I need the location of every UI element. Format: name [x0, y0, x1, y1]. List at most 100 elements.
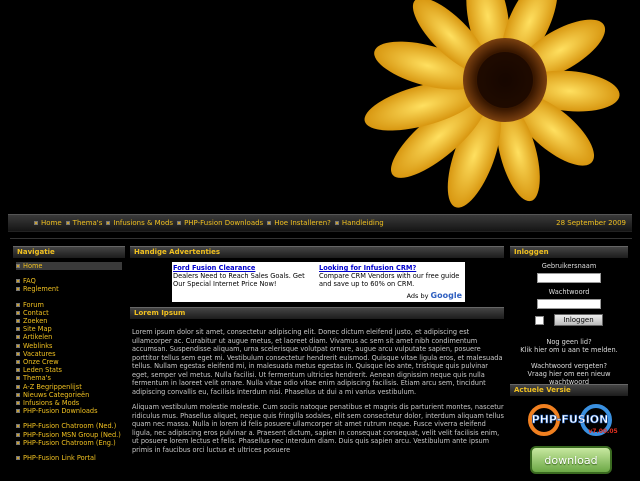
navbar-link-label: PHP-Fusion Downloads	[184, 219, 264, 227]
navbar-link[interactable]: Hoe Installeren?	[267, 219, 331, 227]
password-label: Wachtwoord	[548, 288, 590, 296]
sidebar-nav-label: Infusions & Mods	[23, 399, 80, 408]
sidebar-nav-label: A-Z Begrippenlijst	[23, 382, 82, 391]
sidebar-nav-label: PHP-Fusion Downloads	[23, 407, 98, 416]
bullet-icon	[16, 456, 20, 461]
navbar-link[interactable]: Infusions & Mods	[106, 219, 173, 227]
bullet-icon	[16, 310, 20, 315]
sidebar-nav-label: Contact	[23, 308, 49, 317]
bullet-icon	[267, 221, 272, 225]
sidebar-nav-item[interactable]: PHP-Fusion Link Portal	[16, 454, 122, 462]
sidebar-nav-label: Forum	[23, 300, 44, 309]
sidebar-nav-item[interactable]: Vacatures	[16, 350, 122, 358]
sidebar-nav-label: Vacatures	[23, 349, 56, 358]
logo-version: v7.00.05	[588, 428, 617, 435]
sidebar-nav-label: Site Map	[23, 325, 52, 334]
bullet-icon	[65, 221, 70, 225]
article-title: Lorem Ipsum	[130, 307, 504, 319]
logo-text: PHP-FUSION	[532, 413, 609, 426]
ad-title-link[interactable]: Ford Fusion Clearance	[173, 264, 315, 272]
navbar-link[interactable]: PHP-Fusion Downloads	[177, 219, 263, 227]
bullet-icon	[16, 343, 20, 348]
sidebar-nav-item[interactable]: A-Z Begrippenlijst	[16, 383, 122, 391]
login-panel: Inloggen Gebruikersnaam Wachtwoord Inlog…	[510, 246, 628, 386]
password-input[interactable]	[537, 299, 601, 309]
sunflower-image	[0, 0, 640, 208]
ads-by-google[interactable]: Ads by Google	[407, 291, 462, 300]
ad-title-link[interactable]: Looking for Infusion CRM?	[319, 264, 461, 272]
sidebar-nav-label: PHP-Fusion MSN Group (Ned.)	[23, 430, 121, 439]
article-header: Lorem Ipsum	[130, 307, 504, 319]
sidebar-nav-label: Onze Crew	[23, 358, 59, 367]
bullet-icon	[16, 409, 20, 414]
forgot-password-text: Wachtwoord vergeten?	[531, 362, 607, 370]
ad-text: Dealers Need to Reach Sales Goals. Get O…	[173, 272, 305, 288]
navbar-link[interactable]: Handleiding	[334, 219, 384, 227]
sidebar-nav-item[interactable]: PHP-Fusion MSN Group (Ned.)	[16, 431, 122, 439]
navigation-list: Home FAQ Reglement Forum Contact Zoeken Site M…	[13, 258, 125, 466]
bullet-icon	[177, 221, 182, 225]
sidebar-nav-item[interactable]: PHP-Fusion Downloads	[16, 407, 122, 415]
bullet-icon	[16, 264, 20, 268]
download-button[interactable]: download	[530, 446, 612, 474]
navbar-link-label: Hoe Installeren?	[274, 219, 331, 227]
login-button[interactable]: Inloggen	[554, 314, 603, 326]
sidebar-nav-item[interactable]: Artikelen	[16, 333, 122, 341]
navbar-link[interactable]: Home	[34, 219, 62, 227]
sidebar-nav-item[interactable]: Thema's	[16, 374, 122, 382]
version-panel: Actuele Versie	[510, 384, 628, 396]
article-paragraph: Aliquam vestibulum molestie molestie. Cu…	[132, 403, 504, 454]
sidebar-nav-label: Reglement	[23, 285, 59, 294]
sidebar-nav-item[interactable]: Onze Crew	[16, 358, 122, 366]
bullet-icon	[16, 376, 20, 381]
sidebar-nav-item[interactable]: Forum	[16, 301, 122, 309]
sidebar-nav-item[interactable]: Weblinks	[16, 342, 122, 350]
bullet-icon	[16, 392, 20, 397]
navbar-link-label: Home	[41, 219, 62, 227]
version-title: Actuele Versie	[510, 384, 628, 396]
sidebar-nav-item[interactable]: Infusions & Mods	[16, 399, 122, 407]
sidebar-nav-item[interactable]: Leden Stats	[16, 366, 122, 374]
bullet-icon	[16, 440, 20, 445]
navbar-link[interactable]: Thema's	[65, 219, 102, 227]
ad-text: Compare CRM Vendors with our free guide …	[319, 272, 460, 288]
not-member-text: Nog geen lid?	[546, 338, 592, 346]
ads-panel: Handige Advertenties	[130, 246, 504, 258]
remember-me-checkbox[interactable]	[535, 315, 545, 325]
bullet-icon	[16, 401, 20, 406]
google-logo: Google	[430, 291, 462, 300]
ads-title: Handige Advertenties	[130, 246, 504, 258]
sidebar-nav-item[interactable]: PHP-Fusion Chatroom (Ned.)	[16, 422, 122, 430]
sidebar-nav-item[interactable]: Contact	[16, 309, 122, 317]
sidebar-nav-label: Zoeken	[23, 317, 48, 326]
sidebar-nav-item[interactable]: Reglement	[16, 285, 122, 293]
header-banner	[0, 0, 640, 208]
bullet-icon	[16, 368, 20, 373]
bullet-icon	[16, 360, 20, 365]
sidebar-nav-item[interactable]: Site Map	[16, 325, 122, 333]
bullet-icon	[16, 302, 20, 307]
bullet-icon	[16, 424, 20, 429]
ads-by-label: Ads by	[406, 292, 429, 300]
sidebar-nav-label: Artikelen	[23, 333, 53, 342]
ad-item[interactable]: Looking for Infusion CRM? Compare CRM Ve…	[319, 264, 461, 288]
sidebar-nav-label: Leden Stats	[23, 366, 62, 375]
register-link[interactable]: Klik hier om u aan te melden.	[510, 346, 628, 354]
bullet-icon	[16, 432, 20, 437]
sidebar-nav-item[interactable]: Home	[16, 262, 122, 271]
sidebar-nav-item[interactable]: PHP-Fusion Chatroom (Eng.)	[16, 439, 122, 447]
ad-item[interactable]: Ford Fusion Clearance Dealers Need to Re…	[173, 264, 315, 288]
sidebar-nav-label: Nieuws Categorieën	[23, 390, 90, 399]
sidebar-nav-item[interactable]: Zoeken	[16, 317, 122, 325]
bullet-icon	[16, 279, 20, 284]
bullet-icon	[16, 351, 20, 356]
username-label: Gebruikersnaam	[541, 262, 597, 270]
sidebar-nav-label: Thema's	[23, 374, 51, 383]
sidebar-nav-item[interactable]: Nieuws Categorieën	[16, 391, 122, 399]
navigation-panel: Navigatie Home FAQ Reglement Forum Contact Zo…	[13, 246, 125, 466]
bullet-icon	[16, 287, 20, 292]
username-input[interactable]	[537, 273, 601, 283]
login-title: Inloggen	[510, 246, 628, 258]
sidebar-nav-item[interactable]: FAQ	[16, 277, 122, 285]
sidebar-nav-label: PHP-Fusion Link Portal	[23, 454, 96, 463]
